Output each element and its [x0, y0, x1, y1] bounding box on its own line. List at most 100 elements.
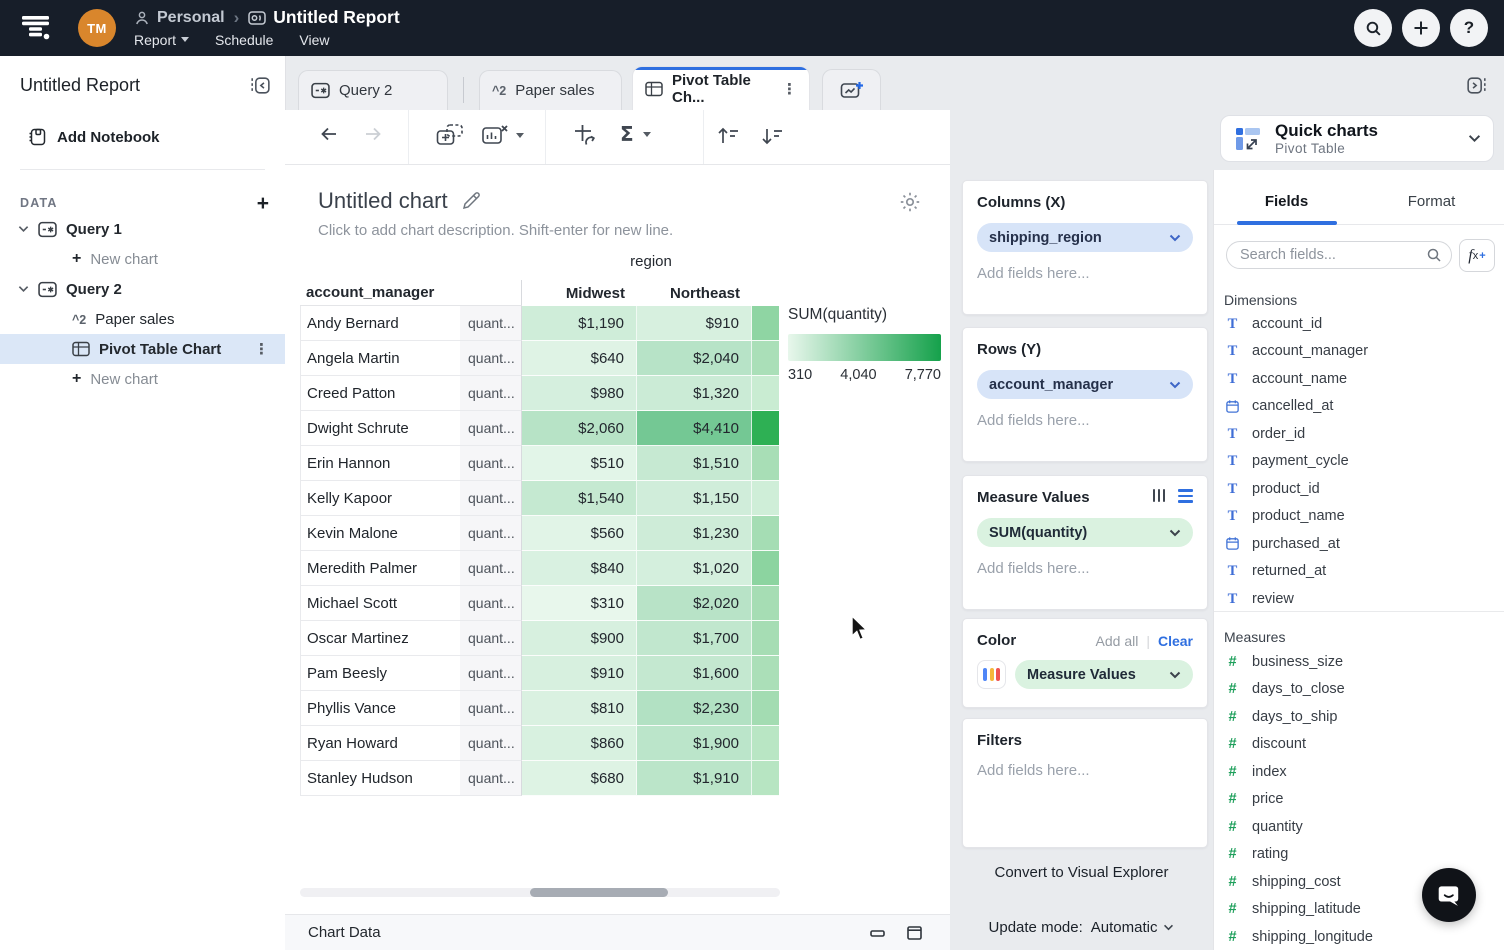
- sidebar-item-new-chart[interactable]: +New chart: [0, 364, 285, 394]
- field-item-shipping_longitude[interactable]: #shipping_longitude: [1224, 923, 1494, 950]
- chevron-down-icon: [18, 285, 29, 293]
- update-mode-control[interactable]: Update mode: Automatic: [950, 919, 1213, 936]
- field-item-account_manager[interactable]: Taccount_manager: [1224, 338, 1494, 366]
- field-item-purchased_at[interactable]: purchased_at: [1224, 530, 1494, 558]
- pivot-cell: $1,320: [637, 376, 752, 411]
- field-pill-shipping-region[interactable]: shipping_region: [977, 223, 1193, 252]
- remove-chart-button[interactable]: [481, 123, 524, 148]
- field-item-business_size[interactable]: #business_size: [1224, 648, 1494, 676]
- minimize-panel-icon[interactable]: [870, 926, 885, 940]
- color-pill-measure-values[interactable]: Measure Values: [1015, 660, 1193, 689]
- kebab-menu-icon[interactable]: ⋮: [782, 80, 797, 98]
- sort-descending-button[interactable]: [759, 124, 785, 148]
- sidebar-item-query-2[interactable]: Query 2: [0, 274, 285, 304]
- measure-values-well: Measure Values SUM(quantity) Add fields …: [962, 475, 1208, 610]
- chevron-down-icon: [643, 132, 651, 137]
- search-button[interactable]: [1354, 9, 1392, 47]
- tab-query-2[interactable]: Query 2: [298, 70, 448, 110]
- pivot-chart-icon: [72, 341, 90, 357]
- field-item-account_name[interactable]: Taccount_name: [1224, 365, 1494, 393]
- filters-title: Filters: [977, 732, 1193, 749]
- pivot-cell: $1,190: [522, 306, 637, 341]
- add-notebook-button[interactable]: Add Notebook: [0, 122, 285, 152]
- menu-schedule[interactable]: Schedule: [215, 32, 273, 48]
- tab-paper-sales[interactable]: ^2Paper sales: [479, 70, 622, 110]
- field-pill-sum-quantity[interactable]: SUM(quantity): [977, 518, 1193, 547]
- field-item-days_to_ship[interactable]: #days_to_ship: [1224, 703, 1494, 731]
- sort-ascending-button[interactable]: [715, 124, 741, 148]
- horizontal-scrollbar-track[interactable]: [300, 888, 780, 897]
- field-item-price[interactable]: #price: [1224, 786, 1494, 814]
- pivot-measure-label: quant...: [460, 341, 522, 376]
- field-item-product_name[interactable]: Tproduct_name: [1224, 503, 1494, 531]
- chart-description-placeholder[interactable]: Click to add chart description. Shift-en…: [318, 222, 673, 239]
- maximize-panel-icon[interactable]: [907, 926, 922, 940]
- sidebar-item-label: New chart: [90, 251, 158, 268]
- sidebar-item-query-1[interactable]: Query 1: [0, 214, 285, 244]
- transpose-button[interactable]: [573, 123, 599, 150]
- color-palette-icon[interactable]: [977, 660, 1006, 689]
- sidebar-item-paper-sales[interactable]: ^2Paper sales: [0, 304, 285, 334]
- clear-link[interactable]: Clear: [1158, 633, 1193, 649]
- menu-report[interactable]: Report: [134, 32, 189, 48]
- tab-format[interactable]: Format: [1359, 185, 1504, 224]
- chat-support-button[interactable]: [1422, 868, 1476, 922]
- sidebar-item-new-chart[interactable]: +New chart: [0, 244, 285, 274]
- field-item-review[interactable]: Treview: [1224, 585, 1494, 613]
- redo-button[interactable]: [362, 123, 384, 145]
- breadcrumb-report-title[interactable]: Untitled Report: [273, 7, 399, 28]
- column-layout-icon[interactable]: [1153, 489, 1166, 502]
- horizontal-scrollbar-thumb[interactable]: [530, 888, 668, 897]
- help-button[interactable]: ?: [1450, 9, 1488, 47]
- field-item-quantity[interactable]: #quantity: [1224, 813, 1494, 841]
- tab-fields[interactable]: Fields: [1214, 185, 1359, 224]
- search-fields-input[interactable]: [1226, 241, 1452, 269]
- field-item-days_to_close[interactable]: #days_to_close: [1224, 676, 1494, 704]
- avatar[interactable]: TM: [78, 9, 116, 47]
- field-item-label: quantity: [1252, 819, 1303, 835]
- trevor-logo-icon[interactable]: [17, 9, 55, 47]
- field-item-discount[interactable]: #discount: [1224, 731, 1494, 759]
- field-item-label: discount: [1252, 736, 1306, 752]
- chart-title[interactable]: Untitled chart: [318, 188, 448, 214]
- aggregate-button[interactable]: Σ: [620, 122, 651, 146]
- quick-charts-subtitle: Pivot Table: [1275, 141, 1378, 157]
- field-item-product_id[interactable]: Tproduct_id: [1224, 475, 1494, 503]
- field-item-index[interactable]: #index: [1224, 758, 1494, 786]
- tab-pivot-table-ch-[interactable]: Pivot Table Ch...⋮: [632, 66, 810, 110]
- new-chart-tab-button[interactable]: [822, 69, 881, 110]
- sidebar-item-pivot-table-chart[interactable]: Pivot Table Chart⋮: [0, 334, 285, 364]
- add-button[interactable]: [1402, 9, 1440, 47]
- menu-view[interactable]: View: [299, 32, 329, 48]
- number-type-icon: #: [1224, 875, 1241, 890]
- collapse-sidebar-right-icon[interactable]: [1464, 73, 1490, 98]
- add-data-button[interactable]: +: [257, 193, 269, 214]
- field-item-payment_cycle[interactable]: Tpayment_cycle: [1224, 448, 1494, 476]
- add-all-link[interactable]: Add all: [1096, 633, 1139, 649]
- quick-charts-selector[interactable]: Quick charts Pivot Table: [1220, 115, 1494, 162]
- update-mode-dropdown[interactable]: Automatic: [1091, 919, 1175, 936]
- undo-button[interactable]: [318, 123, 340, 145]
- breadcrumb-workspace[interactable]: Personal: [157, 9, 225, 27]
- add-fields-placeholder[interactable]: Add fields here...: [977, 265, 1193, 282]
- field-pill-account-manager[interactable]: account_manager: [977, 370, 1193, 399]
- convert-to-visual-explorer-link[interactable]: Convert to Visual Explorer: [950, 864, 1213, 881]
- chart-settings-button[interactable]: [898, 190, 922, 214]
- collapse-sidebar-left-icon[interactable]: [247, 73, 273, 98]
- add-fields-placeholder[interactable]: Add fields here...: [977, 762, 1193, 779]
- add-to-dashboard-button[interactable]: [435, 123, 465, 149]
- field-item-cancelled_at[interactable]: cancelled_at: [1224, 393, 1494, 421]
- field-item-order_id[interactable]: Torder_id: [1224, 420, 1494, 448]
- add-fields-placeholder[interactable]: Add fields here...: [977, 560, 1193, 577]
- kebab-menu-icon[interactable]: ⋮: [254, 340, 269, 358]
- pivot-cell: $910: [637, 306, 752, 341]
- add-fields-placeholder[interactable]: Add fields here...: [977, 412, 1193, 429]
- field-item-rating[interactable]: #rating: [1224, 841, 1494, 869]
- field-item-account_id[interactable]: Taccount_id: [1224, 310, 1494, 338]
- field-item-returned_at[interactable]: Treturned_at: [1224, 558, 1494, 586]
- edit-pencil-icon[interactable]: [461, 191, 481, 211]
- add-formula-button[interactable]: fx+: [1459, 239, 1495, 272]
- chart-data-bar[interactable]: Chart Data: [285, 914, 950, 950]
- left-sidebar: Untitled Report Add Notebook DATA + Quer…: [0, 56, 286, 950]
- row-layout-icon[interactable]: [1178, 489, 1193, 503]
